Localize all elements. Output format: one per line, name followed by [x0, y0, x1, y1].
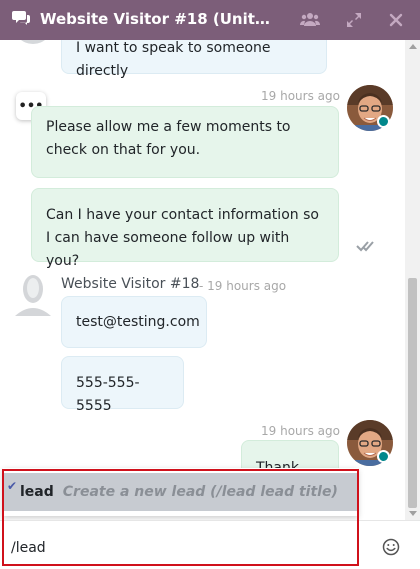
command-name: lead — [20, 484, 54, 500]
chat-bubbles-icon — [12, 11, 30, 25]
scroll-down-arrow-icon[interactable] — [409, 511, 417, 516]
chat-window-title: Website Visitor #18 (United States) — [40, 10, 280, 28]
visitor-avatar — [13, 274, 53, 318]
scroll-up-arrow-icon[interactable] — [409, 44, 417, 49]
message-text: 555-555-5555 — [76, 375, 140, 414]
smiley-icon[interactable] — [381, 537, 401, 557]
users-icon — [300, 13, 320, 26]
expand-button[interactable] — [342, 8, 366, 32]
thread-scrollbar[interactable] — [405, 40, 420, 520]
message-thread[interactable]: I want to speak to someone directly ••• … — [0, 40, 405, 520]
message-text: Can I have your contact information so I… — [46, 207, 319, 269]
command-suggestions-dropdown: ✔ lead Create a new lead (/lead lead tit… — [3, 468, 358, 516]
message-bubble: test@testing.com — [61, 296, 207, 348]
online-status-indicator — [377, 450, 390, 463]
participants-button[interactable] — [298, 8, 322, 32]
message-bubble: Please allow me a few moments to check o… — [31, 106, 339, 178]
visitor-avatar — [13, 40, 53, 44]
chat-window-header[interactable]: Website Visitor #18 (United States) — [0, 0, 420, 40]
command-suggestion-lead[interactable]: ✔ lead Create a new lead (/lead lead tit… — [3, 473, 358, 511]
message-text: I want to speak to someone directly — [76, 40, 271, 79]
message-text: test@testing.com — [76, 314, 200, 330]
visitor-avatar-silhouette — [15, 275, 51, 316]
message-author: Website Visitor #18 — [61, 276, 200, 292]
message-timestamp: 19 hours ago — [261, 89, 340, 103]
close-icon — [389, 13, 403, 27]
expand-icon — [347, 13, 361, 27]
online-status-indicator — [377, 115, 390, 128]
message-bubble: I want to speak to someone directly — [61, 40, 327, 79]
message-timestamp: 19 hours ago — [261, 424, 340, 438]
close-button[interactable] — [384, 8, 408, 32]
check-icon: ✔ — [7, 479, 18, 493]
message-composer — [0, 520, 420, 569]
command-description: Create a new lead (/lead lead title) — [62, 484, 338, 500]
message-text: Please allow me a few moments to check o… — [46, 119, 291, 158]
double-check-icon — [356, 241, 374, 252]
message-input[interactable] — [3, 529, 358, 567]
message-bubble: Can I have your contact information so I… — [31, 188, 339, 269]
message-timestamp: - 19 hours ago — [199, 279, 287, 293]
scrollbar-thumb[interactable] — [408, 278, 417, 508]
message-bubble: 555-555-5555 — [61, 356, 184, 414]
